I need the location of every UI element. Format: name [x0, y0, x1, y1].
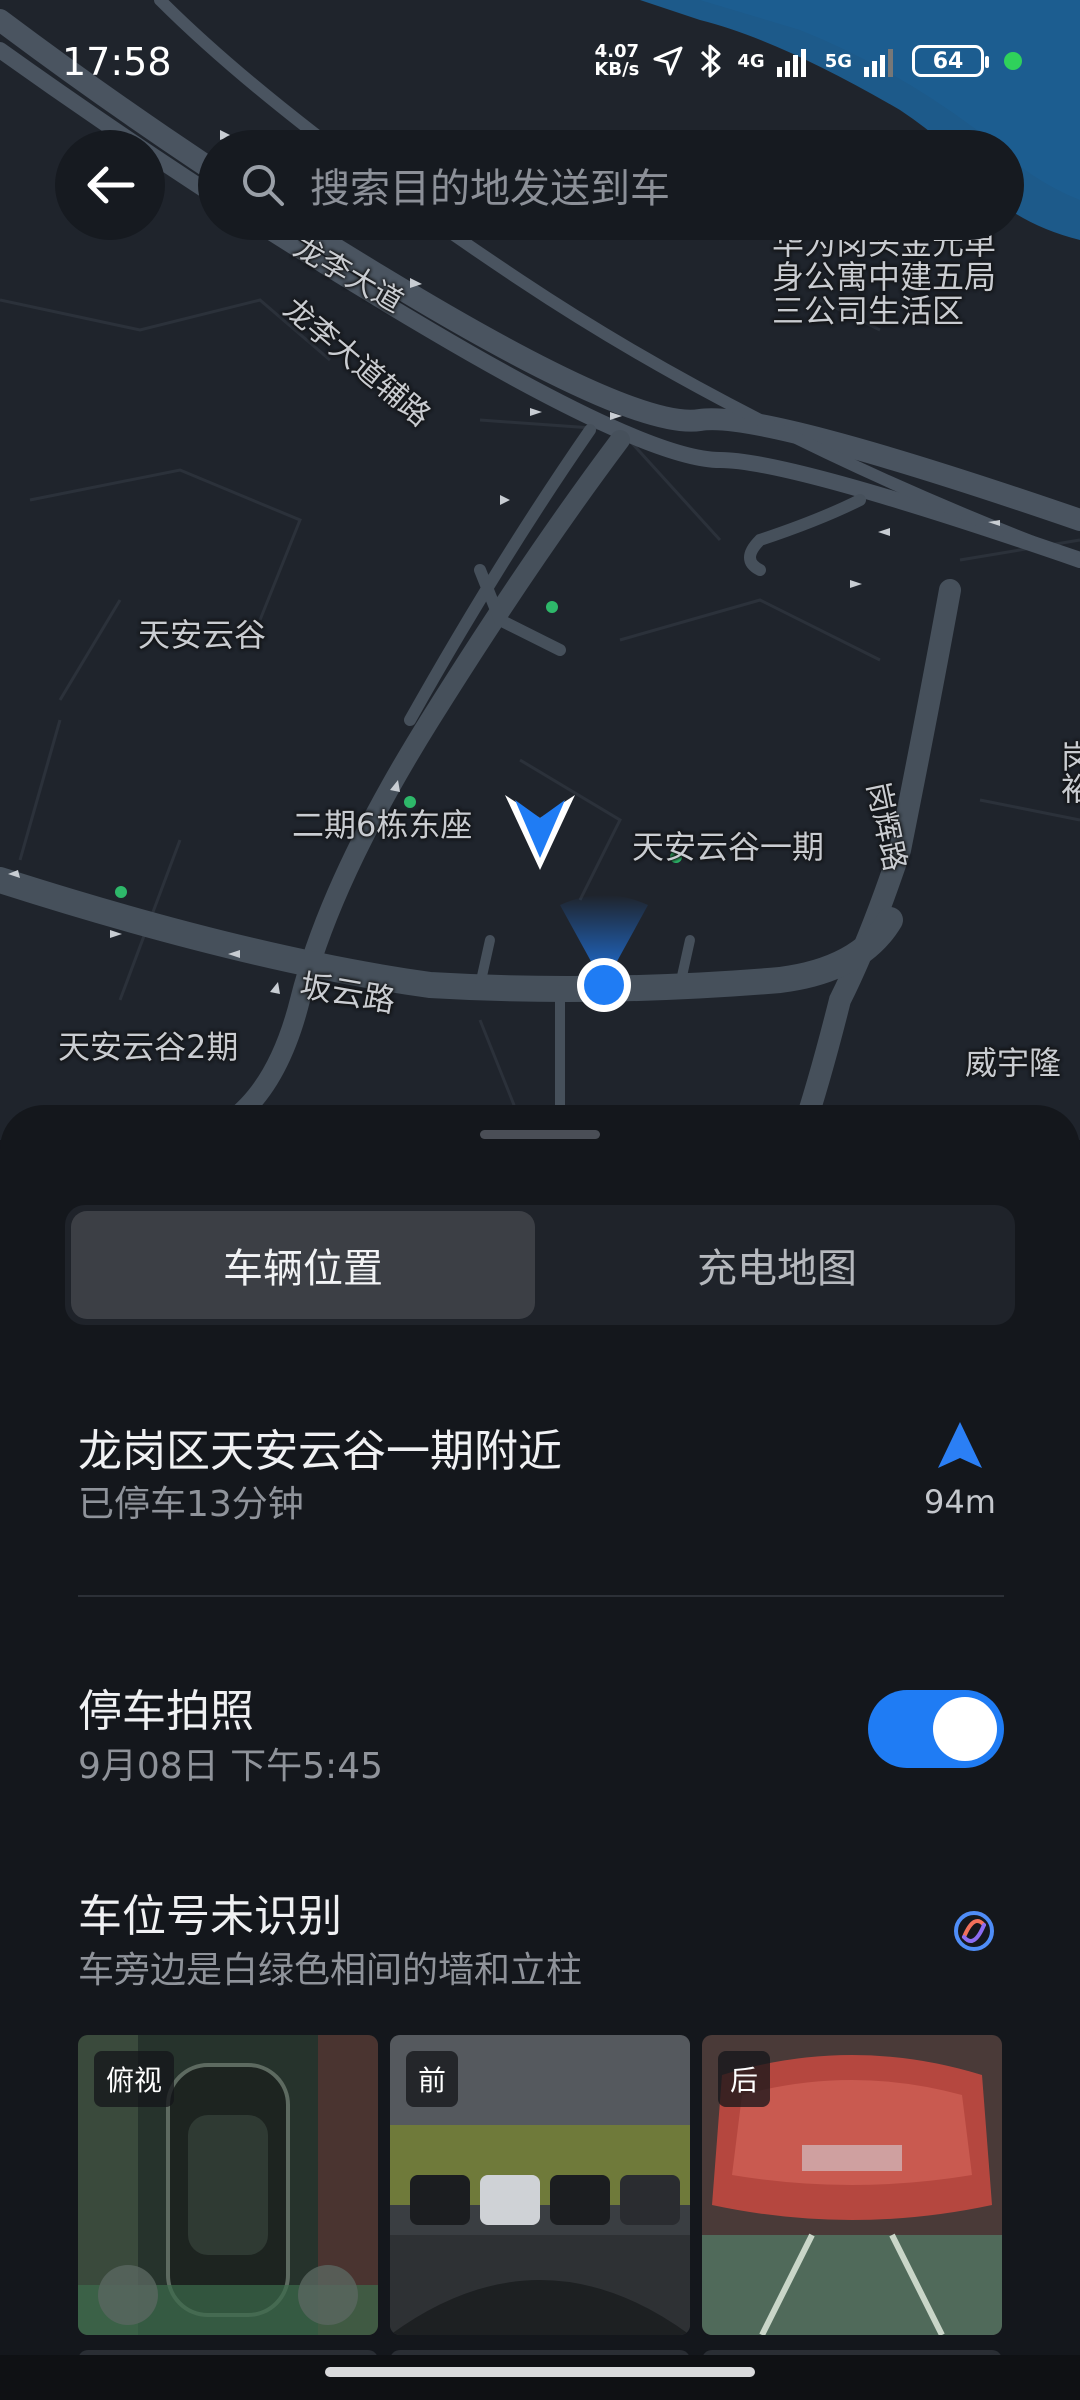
drag-handle[interactable] — [480, 1130, 600, 1139]
divider — [78, 1595, 1004, 1597]
tab-switcher: 车辆位置 充电地图 — [65, 1205, 1015, 1325]
toggle-knob — [933, 1697, 997, 1761]
search-icon — [243, 165, 284, 206]
photo-top-view[interactable]: 俯视 — [78, 2035, 378, 2335]
parking-photo-toggle[interactable] — [868, 1690, 1004, 1768]
battery-level: 64 — [932, 48, 964, 74]
ai-assistant-icon[interactable] — [950, 1907, 998, 1955]
status-time: 17:58 — [62, 40, 172, 84]
signal-2-label: 5G — [824, 50, 852, 72]
map-label-poi-weiyu: 威宇隆 — [965, 1044, 1062, 1082]
network-speed-unit: KB/s — [594, 59, 640, 80]
map-label-poi-tianan-phase1: 天安云谷一期 — [632, 828, 825, 866]
signal-2-icon — [864, 49, 893, 77]
location-arrow-icon — [653, 46, 683, 76]
photo-tag-top-view: 俯视 — [94, 2051, 175, 2107]
location-address: 龙岗区天安云谷一期附近 — [78, 1426, 562, 1477]
parked-duration: 已停车13分钟 — [78, 1484, 304, 1525]
system-nav-bar — [0, 2355, 1080, 2400]
spot-description: 车旁边是白绿色相间的墙和立柱 — [78, 1950, 583, 1991]
map-label-poi-tianan: 天安云谷 — [138, 616, 267, 654]
map-label-poi-edge: 岗裕 — [1056, 740, 1080, 804]
battery-icon: 64 — [912, 45, 989, 77]
bluetooth-icon — [701, 44, 721, 78]
status-icons: 4.07 KB/s 4G 5G 64 — [594, 42, 1022, 80]
navigation-arrow-icon — [938, 1422, 982, 1468]
signal-1-label: 4G — [737, 50, 765, 72]
map-label-poi-phase2-b6: 二期6栋东座 — [292, 806, 473, 844]
network-speed: 4.07 KB/s — [594, 43, 639, 79]
signal-1-icon — [776, 49, 806, 77]
parking-photo-timestamp: 9月08日 下午5:45 — [78, 1746, 383, 1787]
privacy-indicator-dot — [1004, 52, 1022, 70]
photo-tag-rear: 后 — [718, 2051, 771, 2107]
search-input[interactable]: 搜索目的地发送到车 — [198, 130, 1024, 240]
back-button[interactable] — [55, 130, 165, 240]
status-bar: 17:58 4.07 KB/s 4G 5G 64 — [0, 0, 1080, 130]
back-arrow-icon — [87, 166, 135, 204]
photo-rear[interactable]: 后 — [702, 2035, 1002, 2335]
tab-charging-map[interactable]: 充电地图 — [545, 1211, 1009, 1319]
map-label-poi-tianan-phase2: 天安云谷2期 — [58, 1028, 239, 1066]
navigate-button[interactable]: 94m — [915, 1420, 1005, 1521]
parking-photo-title: 停车拍照 — [78, 1686, 254, 1737]
spot-title: 车位号未识别 — [78, 1891, 342, 1942]
distance-value: 94m — [924, 1483, 996, 1521]
bottom-sheet: 车辆位置 充电地图 龙岗区天安云谷一期附近 已停车13分钟 94m 停车拍照 9… — [0, 1105, 1080, 2400]
photo-front[interactable]: 前 — [390, 2035, 690, 2335]
home-indicator[interactable] — [325, 2367, 755, 2377]
search-placeholder: 搜索目的地发送到车 — [310, 166, 670, 212]
map-label-poi-huawei-3: 三公司生活区 — [772, 292, 965, 330]
photo-tag-front: 前 — [406, 2051, 459, 2107]
tab-vehicle-location[interactable]: 车辆位置 — [71, 1211, 535, 1319]
car-marker-icon — [505, 795, 575, 870]
